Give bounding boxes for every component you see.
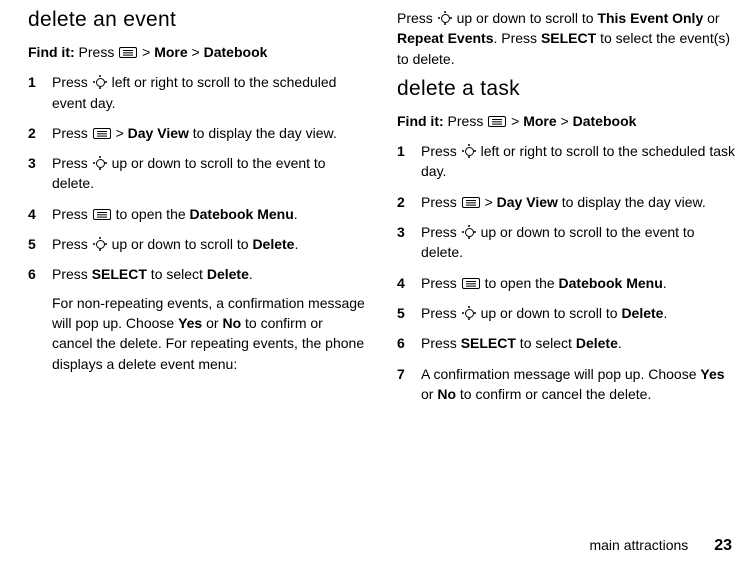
step-1: 1 Press left or right to scroll to the s… (397, 141, 736, 182)
menu-icon (462, 197, 480, 208)
step-body: Press up or down to scroll to Delete. (421, 303, 736, 323)
nav-icon (438, 11, 452, 25)
menu-icon (119, 47, 137, 58)
findit-sep1: > (138, 44, 154, 60)
menu-icon (93, 128, 111, 139)
page-footer: main attractions 23 (589, 537, 732, 555)
findit-label: Find it: (397, 113, 444, 129)
step-1: 1 Press left or right to scroll to the s… (28, 72, 367, 113)
nav-icon (462, 144, 476, 158)
findit-label: Find it: (28, 44, 75, 60)
step-7: 7 A confirmation message will pop up. Ch… (397, 364, 736, 405)
findit-sep2: > (557, 113, 573, 129)
step-4: 4 Press to open the Datebook Menu. (397, 273, 736, 293)
step-6: 6 Press SELECT to select Delete. (397, 333, 736, 353)
nav-icon (462, 225, 476, 239)
heading-delete-task: delete a task (397, 77, 736, 101)
findit-prefix: Press (79, 44, 119, 60)
findit-prefix: Press (448, 113, 488, 129)
delete-event-continuation: Press up or down to scroll to This Event… (397, 8, 736, 69)
step-2: 2 Press > Day View to display the day vi… (397, 192, 736, 212)
step-num: 5 (28, 234, 52, 254)
step-6: 6 Press SELECT to select Delete. For non… (28, 264, 367, 373)
steps-event: 1 Press left or right to scroll to the s… (28, 72, 367, 374)
step-num: 2 (28, 123, 52, 143)
step-5: 5 Press up or down to scroll to Delete. (28, 234, 367, 254)
step-body: Press to open the Datebook Menu. (52, 204, 367, 224)
step-body: Press left or right to scroll to the sch… (52, 72, 367, 113)
step-num: 1 (28, 72, 52, 113)
heading-delete-event: delete an event (28, 8, 367, 32)
nav-icon (93, 156, 107, 170)
step-3: 3 Press up or down to scroll to the even… (397, 222, 736, 263)
findit-sep1: > (507, 113, 523, 129)
steps-task: 1 Press left or right to scroll to the s… (397, 141, 736, 404)
nav-icon (93, 75, 107, 89)
menu-icon (462, 278, 480, 289)
step-num: 3 (28, 153, 52, 194)
step-body: Press left or right to scroll to the sch… (421, 141, 736, 182)
step-body: A confirmation message will pop up. Choo… (421, 364, 736, 405)
step-body: Press > Day View to display the day view… (421, 192, 736, 212)
findit-datebook: Datebook (573, 113, 637, 129)
findit-more: More (154, 44, 187, 60)
step-num: 6 (397, 333, 421, 353)
findit-sep2: > (188, 44, 204, 60)
menu-icon (488, 116, 506, 127)
step-6-note: For non-repeating events, a confirmation… (52, 293, 367, 374)
step-body: Press SELECT to select Delete. For non-r… (52, 264, 367, 373)
step-5: 5 Press up or down to scroll to Delete. (397, 303, 736, 323)
step-body: Press up or down to scroll to the event … (421, 222, 736, 263)
step-2: 2 Press > Day View to display the day vi… (28, 123, 367, 143)
footer-section: main attractions (589, 537, 688, 553)
menu-icon (93, 209, 111, 220)
step-num: 7 (397, 364, 421, 405)
footer-page-number: 23 (714, 537, 732, 554)
step-num: 3 (397, 222, 421, 263)
step-body: Press > Day View to display the day view… (52, 123, 367, 143)
step-num: 6 (28, 264, 52, 373)
left-column: delete an event Find it: Press > More > … (28, 8, 367, 414)
step-body: Press up or down to scroll to Delete. (52, 234, 367, 254)
step-num: 4 (28, 204, 52, 224)
step-num: 4 (397, 273, 421, 293)
step-num: 1 (397, 141, 421, 182)
step-body: Press SELECT to select Delete. (421, 333, 736, 353)
nav-icon (462, 306, 476, 320)
nav-icon (93, 237, 107, 251)
step-4: 4 Press to open the Datebook Menu. (28, 204, 367, 224)
findit-more: More (523, 113, 556, 129)
step-body: Press to open the Datebook Menu. (421, 273, 736, 293)
findit-event: Find it: Press > More > Datebook (28, 42, 367, 62)
step-body: Press up or down to scroll to the event … (52, 153, 367, 194)
right-column: Press up or down to scroll to This Event… (397, 8, 736, 414)
findit-datebook: Datebook (204, 44, 268, 60)
findit-task: Find it: Press > More > Datebook (397, 111, 736, 131)
step-3: 3 Press up or down to scroll to the even… (28, 153, 367, 194)
step-num: 2 (397, 192, 421, 212)
step-num: 5 (397, 303, 421, 323)
